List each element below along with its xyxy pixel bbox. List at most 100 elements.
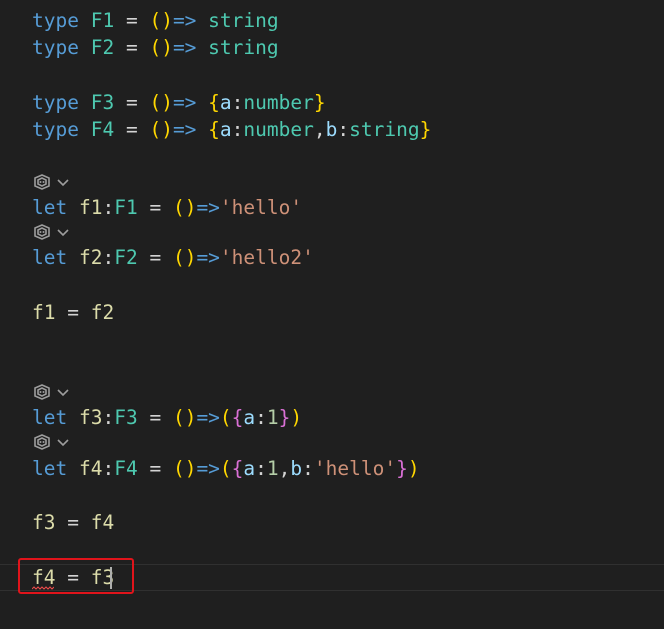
copilot-icon[interactable] [32,383,52,401]
operator: = [149,406,162,429]
colon: : [337,118,350,141]
operator: = [149,246,162,269]
property-type: number [243,118,314,141]
parens: () [149,9,173,32]
property: b [325,118,338,141]
paren-open: ( [219,457,232,480]
code-line-5[interactable]: let f1:F1 = ()=>'hello' [32,194,302,221]
property: b [290,457,303,480]
arrow: => [172,91,197,114]
number-literal: 1 [266,457,279,480]
arrow: => [196,246,220,269]
parens: () [172,406,197,429]
string-literal: 'hello' [219,196,303,219]
code-line-4[interactable]: type F4 = ()=> {a:number,b:string} [32,116,431,143]
property: a [243,457,256,480]
code-line-3[interactable]: type F3 = ()=> {a:number} [32,89,326,116]
operator: = [149,196,162,219]
string-literal: 'hello2' [219,246,314,269]
keyword: type [32,91,79,114]
property: a [243,406,256,429]
colon: : [102,246,115,269]
copilot-icon[interactable] [32,433,52,451]
brace-open: { [208,91,220,114]
keyword: let [32,246,68,269]
code-line-2[interactable]: type F2 = ()=> string [32,34,279,61]
colon: : [102,457,115,480]
code-lens-4[interactable] [32,430,70,454]
chevron-down-icon[interactable] [56,227,70,237]
parens: () [149,118,173,141]
operator: = [125,36,138,59]
parens: () [149,91,173,114]
code-line-1[interactable]: type F1 = ()=> string [32,7,279,34]
type-name: F1 [90,9,115,32]
colon: : [255,406,267,429]
copilot-icon[interactable] [32,223,52,241]
brace-open: { [208,118,220,141]
code-line-6[interactable]: let f2:F2 = ()=>'hello2' [32,244,314,271]
paren-close: ) [407,457,420,480]
parens: () [172,196,197,219]
colon: : [255,457,267,480]
keyword: type [32,118,79,141]
variable: f2 [78,246,103,269]
return-type: string [208,36,279,59]
property-type: number [243,91,314,114]
brace-close: } [278,406,291,429]
code-line-8[interactable]: let f3:F3 = ()=>({a:1}) [32,404,302,431]
code-line-7[interactable]: f1 = f2 [32,299,114,326]
chevron-down-icon[interactable] [56,387,70,397]
type-name: F4 [90,118,115,141]
variable: f3 [32,511,56,534]
chevron-down-icon[interactable] [56,437,70,447]
brace-close: } [313,91,326,114]
keyword: type [32,9,79,32]
code-line-9[interactable]: let f4:F4 = ()=>({a:1,b:'hello'}) [32,455,420,482]
annotation-highlight-box [18,558,134,594]
code-lens-1[interactable] [32,170,70,194]
brace-open: { [231,406,244,429]
variable: f1 [32,301,56,324]
type-name: F2 [90,36,115,59]
property-type: string [349,118,420,141]
operator: = [125,9,138,32]
string-literal: 'hello' [313,457,397,480]
property: a [219,118,232,141]
arrow: => [196,406,220,429]
variable: f3 [78,406,103,429]
property: a [219,91,232,114]
code-editor[interactable]: type F1 = ()=> string type F2 = ()=> str… [0,0,664,629]
operator: = [67,301,79,324]
type-annotation: F3 [114,406,138,429]
keyword: let [32,457,68,480]
return-type: string [208,9,279,32]
arrow: => [172,9,197,32]
comma: , [313,118,326,141]
operator: = [149,457,162,480]
parens: () [149,36,173,59]
variable: f1 [78,196,103,219]
operator: = [125,118,138,141]
variable: f2 [90,301,115,324]
code-line-10[interactable]: f3 = f4 [32,509,114,536]
type-annotation: F2 [114,246,138,269]
variable: f4 [90,511,115,534]
operator: = [67,511,79,534]
code-lens-3[interactable] [32,380,70,404]
keyword: type [32,36,79,59]
type-name: F3 [90,91,115,114]
chevron-down-icon[interactable] [56,177,70,187]
colon: : [231,91,244,114]
copilot-icon[interactable] [32,173,52,191]
colon: : [102,406,115,429]
code-lens-2[interactable] [32,220,70,244]
arrow: => [196,457,220,480]
colon: : [302,457,314,480]
number-literal: 1 [266,406,279,429]
arrow: => [172,36,197,59]
arrow: => [196,196,220,219]
brace-close: } [419,118,432,141]
type-annotation: F1 [114,196,138,219]
arrow: => [172,118,197,141]
